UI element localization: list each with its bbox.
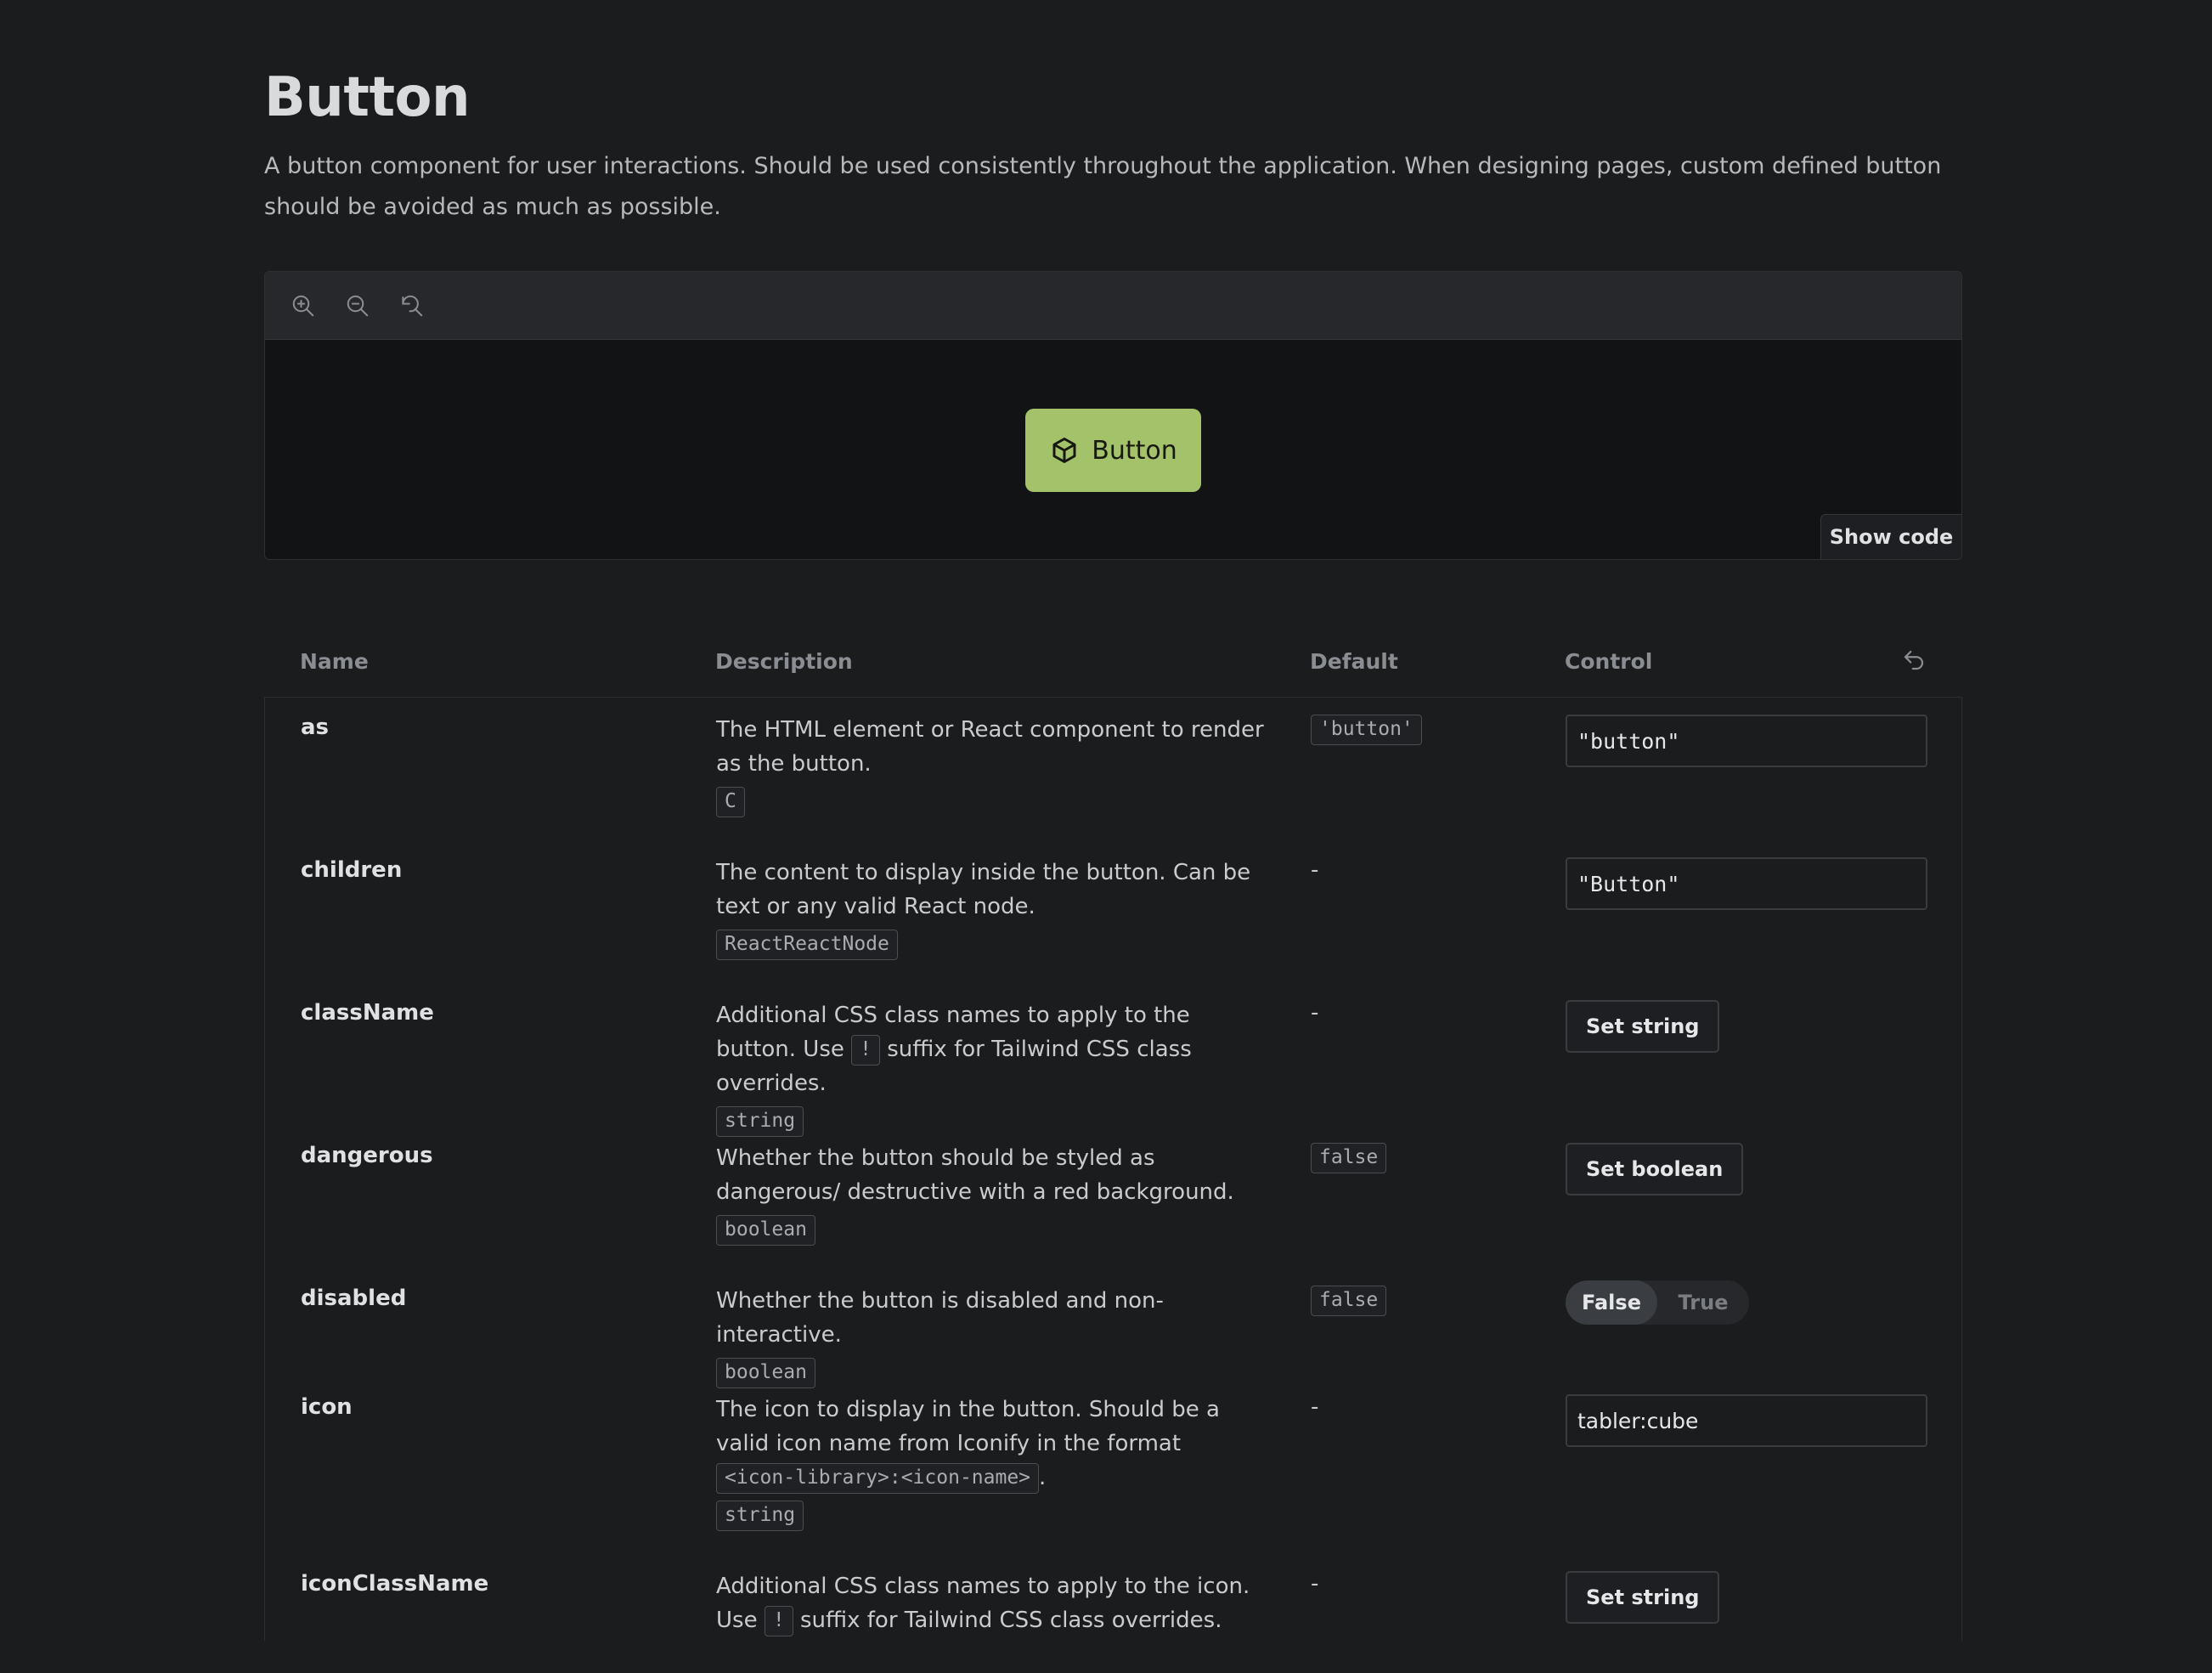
prop-name: icon — [301, 1394, 353, 1420]
inline-code: <icon-library>:<icon-name> — [716, 1462, 1040, 1494]
prop-name: iconClassName — [301, 1571, 489, 1597]
zoom-in-icon[interactable] — [289, 291, 318, 320]
page-description: A button component for user interactions… — [264, 153, 1942, 220]
props-table-body: as The HTML element or React component t… — [264, 698, 1962, 1641]
demo-button[interactable]: Button — [1025, 409, 1201, 492]
prop-name: disabled — [301, 1286, 407, 1311]
inline-code: ! — [851, 1034, 880, 1065]
header-control: Control — [1565, 649, 1653, 674]
page-title: Button — [264, 66, 471, 129]
default-value: false — [1311, 1143, 1387, 1173]
prop-description: Whether the button should be styled as d… — [716, 1141, 1277, 1246]
cube-icon — [1052, 438, 1076, 463]
table-row: dangerous Whether the button should be s… — [265, 1126, 1961, 1269]
default-value: - — [1311, 1394, 1319, 1420]
prop-description: Additional CSS class names to apply to t… — [716, 998, 1277, 1138]
prop-name: children — [301, 857, 403, 883]
description-text: The icon to display in the button. Shoul… — [716, 1393, 1277, 1495]
prop-name: className — [301, 1000, 434, 1026]
default-value: - — [1311, 857, 1319, 883]
header-name: Name — [300, 649, 369, 674]
inline-code: ! — [764, 1605, 793, 1636]
type-badge: ReactReactNode — [716, 929, 898, 960]
table-row: iconClassName Additional CSS class names… — [265, 1554, 1961, 1673]
children-input[interactable] — [1566, 857, 1927, 910]
zoom-out-icon[interactable] — [343, 291, 372, 320]
prop-description: Additional CSS class names to apply to t… — [716, 1569, 1277, 1637]
table-row: as The HTML element or React component t… — [265, 698, 1961, 840]
header-default: Default — [1310, 649, 1398, 674]
type-badge: boolean — [716, 1214, 815, 1246]
icon-input[interactable] — [1566, 1394, 1927, 1447]
default-value: - — [1311, 1000, 1319, 1026]
description-text: Additional CSS class names to apply to t… — [716, 1569, 1277, 1637]
default-value: false — [1311, 1286, 1387, 1316]
prop-description: The content to display inside the button… — [716, 856, 1277, 961]
toggle-false-option[interactable]: False — [1566, 1280, 1657, 1325]
as-input[interactable] — [1566, 715, 1927, 767]
default-value: - — [1311, 1571, 1319, 1597]
table-row: icon The icon to display in the button. … — [265, 1377, 1961, 1554]
header-description: Description — [715, 649, 853, 674]
prop-description: The HTML element or React component to r… — [716, 713, 1277, 818]
table-row: className Additional CSS class names to … — [265, 983, 1961, 1137]
props-table-header: Name Description Default Control — [264, 629, 1962, 698]
description-text: Additional CSS class names to apply to t… — [716, 1003, 1192, 1096]
prop-name: dangerous — [301, 1143, 433, 1168]
description-text: The HTML element or React component to r… — [716, 717, 1264, 777]
disabled-toggle: False True — [1566, 1280, 1749, 1325]
props-table: Name Description Default Control as The … — [264, 629, 1962, 1641]
reset-controls-icon[interactable] — [1901, 647, 1927, 673]
prop-description: Whether the button is disabled and non-i… — [716, 1284, 1277, 1389]
toggle-true-option[interactable]: True — [1657, 1280, 1749, 1325]
prop-name: as — [301, 715, 330, 740]
demo-button-label: Button — [1092, 435, 1177, 466]
description-text: Whether the button is disabled and non-i… — [716, 1288, 1164, 1348]
component-preview: Button Show code — [264, 271, 1962, 560]
set-boolean-button[interactable]: Set boolean — [1566, 1143, 1744, 1195]
type-badge: C — [716, 786, 745, 817]
table-row: disabled Whether the button is disabled … — [265, 1269, 1961, 1388]
table-row: children The content to display inside t… — [265, 840, 1961, 983]
description-text: Whether the button should be styled as d… — [716, 1145, 1234, 1205]
default-value: 'button' — [1311, 715, 1422, 745]
type-badge: string — [716, 1500, 804, 1531]
description-text: The content to display inside the button… — [716, 860, 1251, 919]
show-code-button[interactable]: Show code — [1820, 514, 1961, 559]
set-string-button[interactable]: Set string — [1566, 1571, 1720, 1624]
prop-description: The icon to display in the button. Shoul… — [716, 1393, 1277, 1532]
reset-zoom-icon[interactable] — [398, 291, 426, 320]
set-string-button[interactable]: Set string — [1566, 1000, 1720, 1053]
preview-toolbar — [265, 272, 1961, 340]
